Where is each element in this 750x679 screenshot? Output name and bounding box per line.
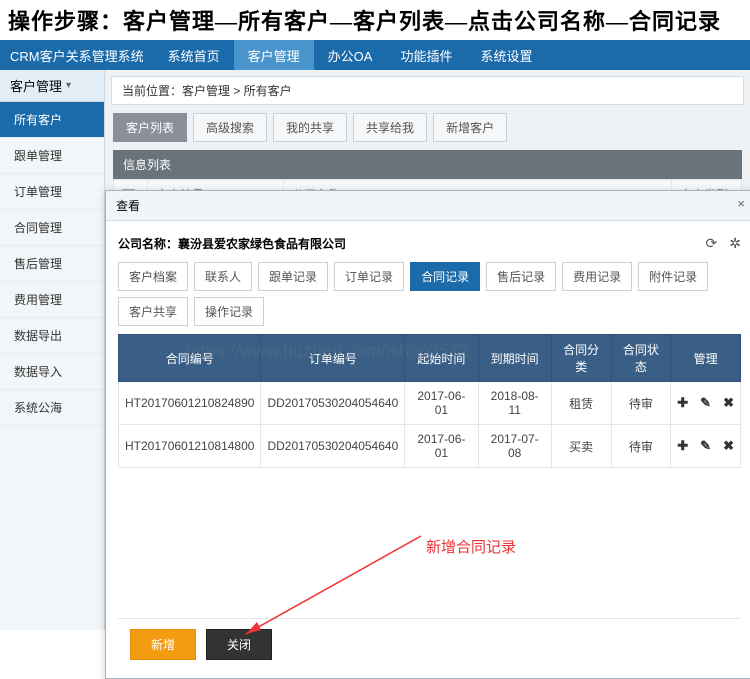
cell: 2017-07-08 <box>478 425 551 468</box>
sub-tabs: 客户列表高级搜索我的共享共享给我新增客户 <box>113 113 742 142</box>
breadcrumb: 当前位置：客户管理 > 所有客户 <box>111 76 744 105</box>
company-name: 襄汾县爱农家绿色食品有限公司 <box>178 237 346 251</box>
table-row: HT20170601210824890DD2017053020405464020… <box>119 382 741 425</box>
record-tab[interactable]: 客户共享 <box>118 297 188 326</box>
cell: 待审 <box>611 425 671 468</box>
cell: 买卖 <box>551 425 611 468</box>
sidebar: 客户管理 ▾ 所有客户跟单管理订单管理合同管理售后管理费用管理数据导出数据导入系… <box>0 70 105 630</box>
plus-icon[interactable]: ✚ <box>677 438 688 454</box>
company-label: 公司名称： <box>118 237 178 251</box>
top-tab[interactable]: 办公OA <box>314 40 387 70</box>
record-tab[interactable]: 订单记录 <box>334 262 404 291</box>
record-tabs: 客户档案联系人跟单记录订单记录合同记录售后记录费用记录附件记录客户共享操作记录 <box>118 262 741 326</box>
cell: 待审 <box>611 382 671 425</box>
cell-ops: ✚ ✎ ✖ <box>671 382 741 425</box>
record-tab[interactable]: 合同记录 <box>410 262 480 291</box>
sidebar-item[interactable]: 费用管理 <box>0 282 104 318</box>
cell: 租赁 <box>551 382 611 425</box>
record-tab[interactable]: 操作记录 <box>194 297 264 326</box>
top-tab[interactable]: 系统首页 <box>154 40 234 70</box>
contract-table: 合同编号订单编号起始时间到期时间合同分类合同状态管理 HT20170601210… <box>118 334 741 468</box>
col-header: 到期时间 <box>478 335 551 382</box>
contract-headrow: 合同编号订单编号起始时间到期时间合同分类合同状态管理 <box>119 335 741 382</box>
top-bar: CRM客户关系管理系统 系统首页客户管理办公OA功能插件系统设置 <box>0 40 750 70</box>
cell: 2018-08-11 <box>478 382 551 425</box>
top-tab[interactable]: 功能插件 <box>386 40 466 70</box>
cell: 2017-06-01 <box>405 425 478 468</box>
plus-icon[interactable]: ✚ <box>677 395 688 411</box>
sidebar-header-label: 客户管理 <box>10 76 62 95</box>
dialog-title: 查看 <box>116 199 140 213</box>
top-tab[interactable]: 客户管理 <box>234 40 314 70</box>
hint-text: 新增合同记录 <box>426 536 516 557</box>
contract-body: HT20170601210824890DD2017053020405464020… <box>119 382 741 468</box>
list-panel-header: 信息列表 <box>113 150 742 179</box>
close-button[interactable]: 关闭 <box>206 629 272 660</box>
table-row: HT20170601210814800DD2017053020405464020… <box>119 425 741 468</box>
close-icon[interactable]: × <box>737 196 745 211</box>
sub-tab[interactable]: 新增客户 <box>433 113 507 142</box>
sub-tab[interactable]: 我的共享 <box>273 113 347 142</box>
col-header: 合同状态 <box>611 335 671 382</box>
gear-icon[interactable]: ✲ <box>729 235 741 252</box>
col-header: 合同编号 <box>119 335 261 382</box>
dialog-titlebar: 查看 × <box>106 191 750 221</box>
chevron-down-icon: ▾ <box>66 80 71 91</box>
sidebar-list: 所有客户跟单管理订单管理合同管理售后管理费用管理数据导出数据导入系统公海 <box>0 102 104 426</box>
view-dialog: 查看 × 公司名称：襄汾县爱农家绿色食品有限公司 ⟳ ✲ 客户档案联系人跟单记录… <box>105 190 750 679</box>
sub-tab[interactable]: 客户列表 <box>113 113 187 142</box>
sub-tab[interactable]: 共享给我 <box>353 113 427 142</box>
top-tab[interactable]: 系统设置 <box>466 40 546 70</box>
cell: HT20170601210814800 <box>119 425 261 468</box>
instruction-annotation: 操作步骤：客户管理—所有客户—客户列表—点击公司名称—合同记录 <box>0 0 750 40</box>
dialog-footer: 新增 关闭 <box>118 618 741 670</box>
col-header: 起始时间 <box>405 335 478 382</box>
edit-icon[interactable]: ✎ <box>700 438 711 454</box>
sidebar-item[interactable]: 所有客户 <box>0 102 104 138</box>
delete-icon[interactable]: ✖ <box>723 395 734 411</box>
top-tabs: 系统首页客户管理办公OA功能插件系统设置 <box>154 40 547 70</box>
refresh-icon[interactable]: ⟳ <box>706 235 718 252</box>
cell: DD20170530204054640 <box>261 425 405 468</box>
sidebar-item[interactable]: 数据导入 <box>0 354 104 390</box>
record-tab[interactable]: 客户档案 <box>118 262 188 291</box>
content-area: 当前位置：客户管理 > 所有客户 客户列表高级搜索我的共享共享给我新增客户 信息… <box>105 70 750 630</box>
sidebar-header: 客户管理 ▾ <box>0 70 104 102</box>
brand-title: CRM客户关系管理系统 <box>0 46 154 65</box>
record-tab[interactable]: 跟单记录 <box>258 262 328 291</box>
company-line: 公司名称：襄汾县爱农家绿色食品有限公司 <box>118 235 346 252</box>
sidebar-item[interactable]: 系统公海 <box>0 390 104 426</box>
record-tab[interactable]: 费用记录 <box>562 262 632 291</box>
delete-icon[interactable]: ✖ <box>723 438 734 454</box>
sub-tab[interactable]: 高级搜索 <box>193 113 267 142</box>
record-tab[interactable]: 附件记录 <box>638 262 708 291</box>
sidebar-item[interactable]: 售后管理 <box>0 246 104 282</box>
col-header: 管理 <box>671 335 741 382</box>
sidebar-item[interactable]: 数据导出 <box>0 318 104 354</box>
edit-icon[interactable]: ✎ <box>700 395 711 411</box>
cell: 2017-06-01 <box>405 382 478 425</box>
add-button[interactable]: 新增 <box>130 629 196 660</box>
sidebar-item[interactable]: 合同管理 <box>0 210 104 246</box>
cell-ops: ✚ ✎ ✖ <box>671 425 741 468</box>
sidebar-item[interactable]: 订单管理 <box>0 174 104 210</box>
cell: DD20170530204054640 <box>261 382 405 425</box>
cell: HT20170601210824890 <box>119 382 261 425</box>
col-header: 订单编号 <box>261 335 405 382</box>
record-tab[interactable]: 售后记录 <box>486 262 556 291</box>
record-tab[interactable]: 联系人 <box>194 262 252 291</box>
col-header: 合同分类 <box>551 335 611 382</box>
sidebar-item[interactable]: 跟单管理 <box>0 138 104 174</box>
